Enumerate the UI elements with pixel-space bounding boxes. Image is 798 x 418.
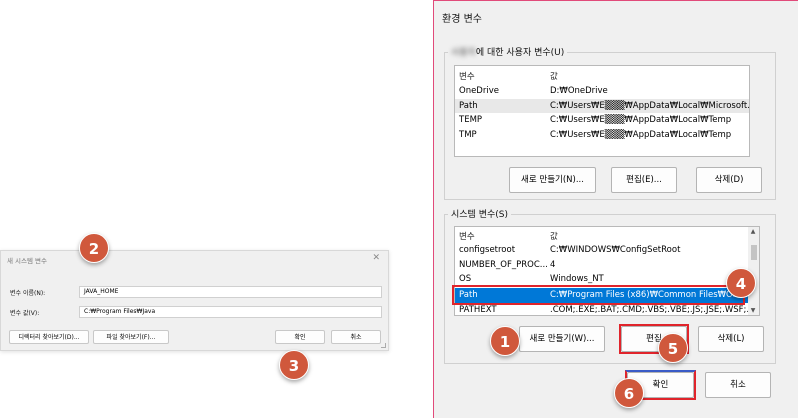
blurred-username: 사용자 (451, 48, 476, 58)
list-item[interactable]: NUMBER_OF_PROC... 4 (455, 258, 759, 273)
list-item[interactable]: configsetroot C:₩WINDOWS₩ConfigSetRoot (455, 243, 759, 258)
variable-value-label: 변수 값(V): (10, 310, 40, 317)
user-delete-button[interactable]: 삭제(D) (696, 167, 762, 193)
column-header-value[interactable]: 값 (550, 70, 558, 82)
list-item[interactable]: Path C:₩Users₩E▒▒▒₩AppData₩Local₩Microso… (455, 98, 749, 113)
list-item[interactable]: TMP C:₩Users₩E▒▒▒₩AppData₩Local₩Temp (455, 128, 749, 143)
list-item[interactable]: TEMP C:₩Users₩E▒▒▒₩AppData₩Local₩Temp (455, 113, 749, 128)
new-system-variable-dialog: 새 시스템 변수 ✕ 변수 이름(N): JAVA_HOME 변수 값(V): … (0, 250, 389, 351)
step-badge-4: 4 (726, 268, 756, 298)
variable-name-input[interactable]: JAVA_HOME (79, 286, 382, 298)
user-variables-list[interactable]: 변수 값 OneDrive D:₩OneDrive Path C:₩Users₩… (454, 65, 750, 157)
resize-grip-icon[interactable] (381, 343, 386, 348)
scroll-down-icon[interactable]: ▼ (748, 307, 758, 314)
column-header-variable[interactable]: 변수 (459, 230, 475, 242)
list-item[interactable]: OneDrive D:₩OneDrive (455, 84, 749, 99)
variable-name-label: 변수 이름(N): (10, 290, 46, 297)
step-badge-6: 6 (614, 378, 644, 408)
step-badge-1: 1 (490, 326, 520, 356)
close-icon[interactable]: ✕ (372, 253, 380, 263)
column-header-variable[interactable]: 변수 (459, 70, 475, 82)
ok-button[interactable]: 확인 (275, 330, 325, 344)
user-variables-group-label: 사용자에 대한 사용자 변수(U) (448, 45, 568, 58)
step-badge-3: 3 (279, 350, 309, 380)
system-variables-group-label: 시스템 변수(S) (448, 207, 511, 220)
step-badge-5: 5 (658, 333, 688, 363)
environment-variables-dialog: 환경 변수 사용자에 대한 사용자 변수(U) 변수 값 OneDrive D:… (433, 0, 798, 418)
browse-directory-button[interactable]: 디렉터리 찾아보기(D)... (9, 330, 89, 344)
cancel-button[interactable]: 취소 (331, 330, 381, 344)
user-edit-button[interactable]: 편집(E)... (611, 167, 677, 193)
dialog-title: 새 시스템 변수 (7, 257, 48, 265)
user-new-button[interactable]: 새로 만들기(N)... (509, 167, 596, 193)
scrollbar-thumb[interactable] (751, 245, 757, 260)
path-row-highlight (452, 285, 745, 305)
variable-value-input[interactable]: C:₩Program Files₩Java (79, 306, 382, 318)
scroll-up-icon[interactable]: ▲ (748, 228, 758, 235)
step-badge-2: 2 (79, 233, 109, 263)
system-delete-button[interactable]: 삭제(L) (698, 326, 764, 352)
system-new-button[interactable]: 새로 만들기(W)... (519, 326, 605, 352)
dialog-title: 환경 변수 (442, 14, 482, 25)
cancel-button[interactable]: 취소 (705, 372, 771, 398)
browse-file-button[interactable]: 파일 찾아보기(F)... (93, 330, 169, 344)
column-header-value[interactable]: 값 (550, 230, 558, 242)
